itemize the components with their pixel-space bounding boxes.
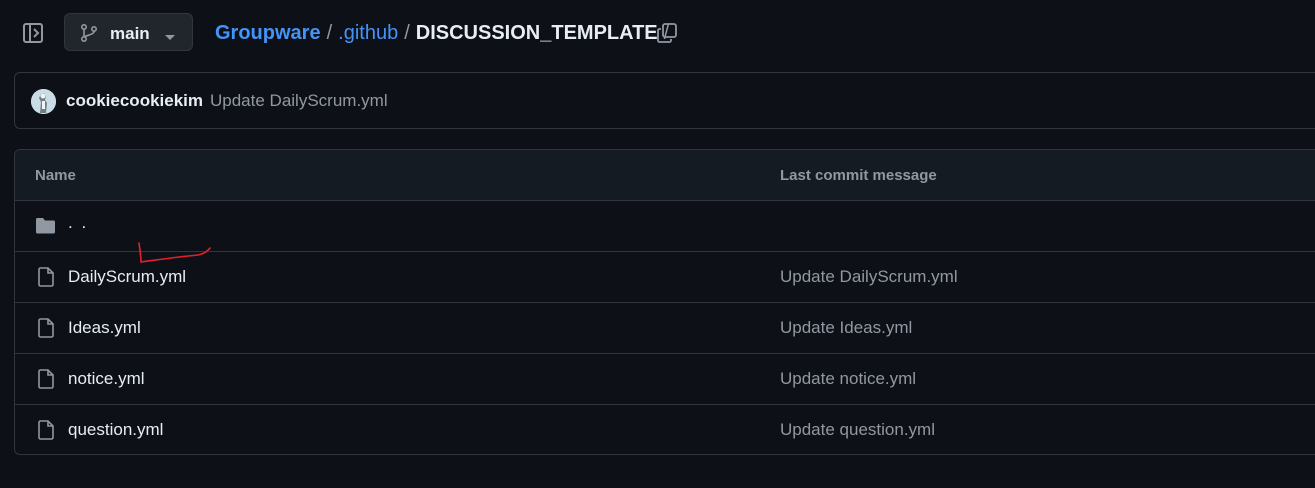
branch-label: main xyxy=(110,24,150,43)
triangle-down-icon xyxy=(164,29,176,40)
breadcrumb-separator: / xyxy=(404,22,410,44)
table-row[interactable]: question.yml Update question.yml xyxy=(15,405,1315,454)
branch-selector-button[interactable]: main xyxy=(64,13,193,51)
breadcrumb-repo-link[interactable]: Groupware xyxy=(215,20,321,46)
file-icon xyxy=(37,318,55,338)
top-bar: main Groupware / .github / DISCUSSION_TE… xyxy=(0,0,1315,66)
parent-directory-row[interactable]: . . xyxy=(15,201,1315,252)
breadcrumb-separator: / xyxy=(326,22,333,44)
table-row[interactable]: Ideas.yml Update Ideas.yml xyxy=(15,303,1315,354)
file-name-link[interactable]: notice.yml xyxy=(68,369,145,389)
file-name-link[interactable]: question.yml xyxy=(68,420,163,440)
commit-message-link[interactable]: Update DailyScrum.yml xyxy=(780,267,958,287)
breadcrumb: Groupware / .github / DISCUSSION_TEMPLAT… xyxy=(215,20,675,46)
copy-icon[interactable] xyxy=(656,22,678,44)
file-name-link[interactable]: DailyScrum.yml xyxy=(68,267,186,287)
file-icon xyxy=(37,267,55,287)
commit-message-link[interactable]: Update Ideas.yml xyxy=(780,318,912,338)
commit-message-link[interactable]: Update DailyScrum.yml xyxy=(210,91,388,111)
column-header-name: Name xyxy=(35,167,76,184)
latest-commit-bar: cookiecookiekim Update DailyScrum.yml xyxy=(14,72,1315,129)
sidebar-expand-icon[interactable] xyxy=(22,22,46,44)
file-icon xyxy=(37,369,55,389)
file-name-link[interactable]: Ideas.yml xyxy=(68,318,141,338)
file-icon xyxy=(37,420,55,440)
avatar[interactable] xyxy=(31,89,56,114)
commit-message-link[interactable]: Update question.yml xyxy=(780,420,935,440)
column-header-last-commit: Last commit message xyxy=(780,167,937,184)
git-branch-icon xyxy=(80,23,98,43)
commit-author-link[interactable]: cookiecookiekim xyxy=(66,91,203,111)
commit-message-link[interactable]: Update notice.yml xyxy=(780,369,916,389)
folder-icon xyxy=(35,217,56,234)
table-row[interactable]: DailyScrum.yml Update DailyScrum.yml xyxy=(15,252,1315,303)
breadcrumb-folder-link[interactable]: .github xyxy=(338,20,398,46)
breadcrumb-current-folder: DISCUSSION_TEMPLATE xyxy=(415,22,658,44)
file-table: Name Last commit message . . DailyScrum.… xyxy=(14,149,1315,455)
table-header: Name Last commit message xyxy=(15,150,1315,201)
parent-directory-link[interactable]: . . xyxy=(68,213,88,233)
table-row[interactable]: notice.yml Update notice.yml xyxy=(15,354,1315,405)
